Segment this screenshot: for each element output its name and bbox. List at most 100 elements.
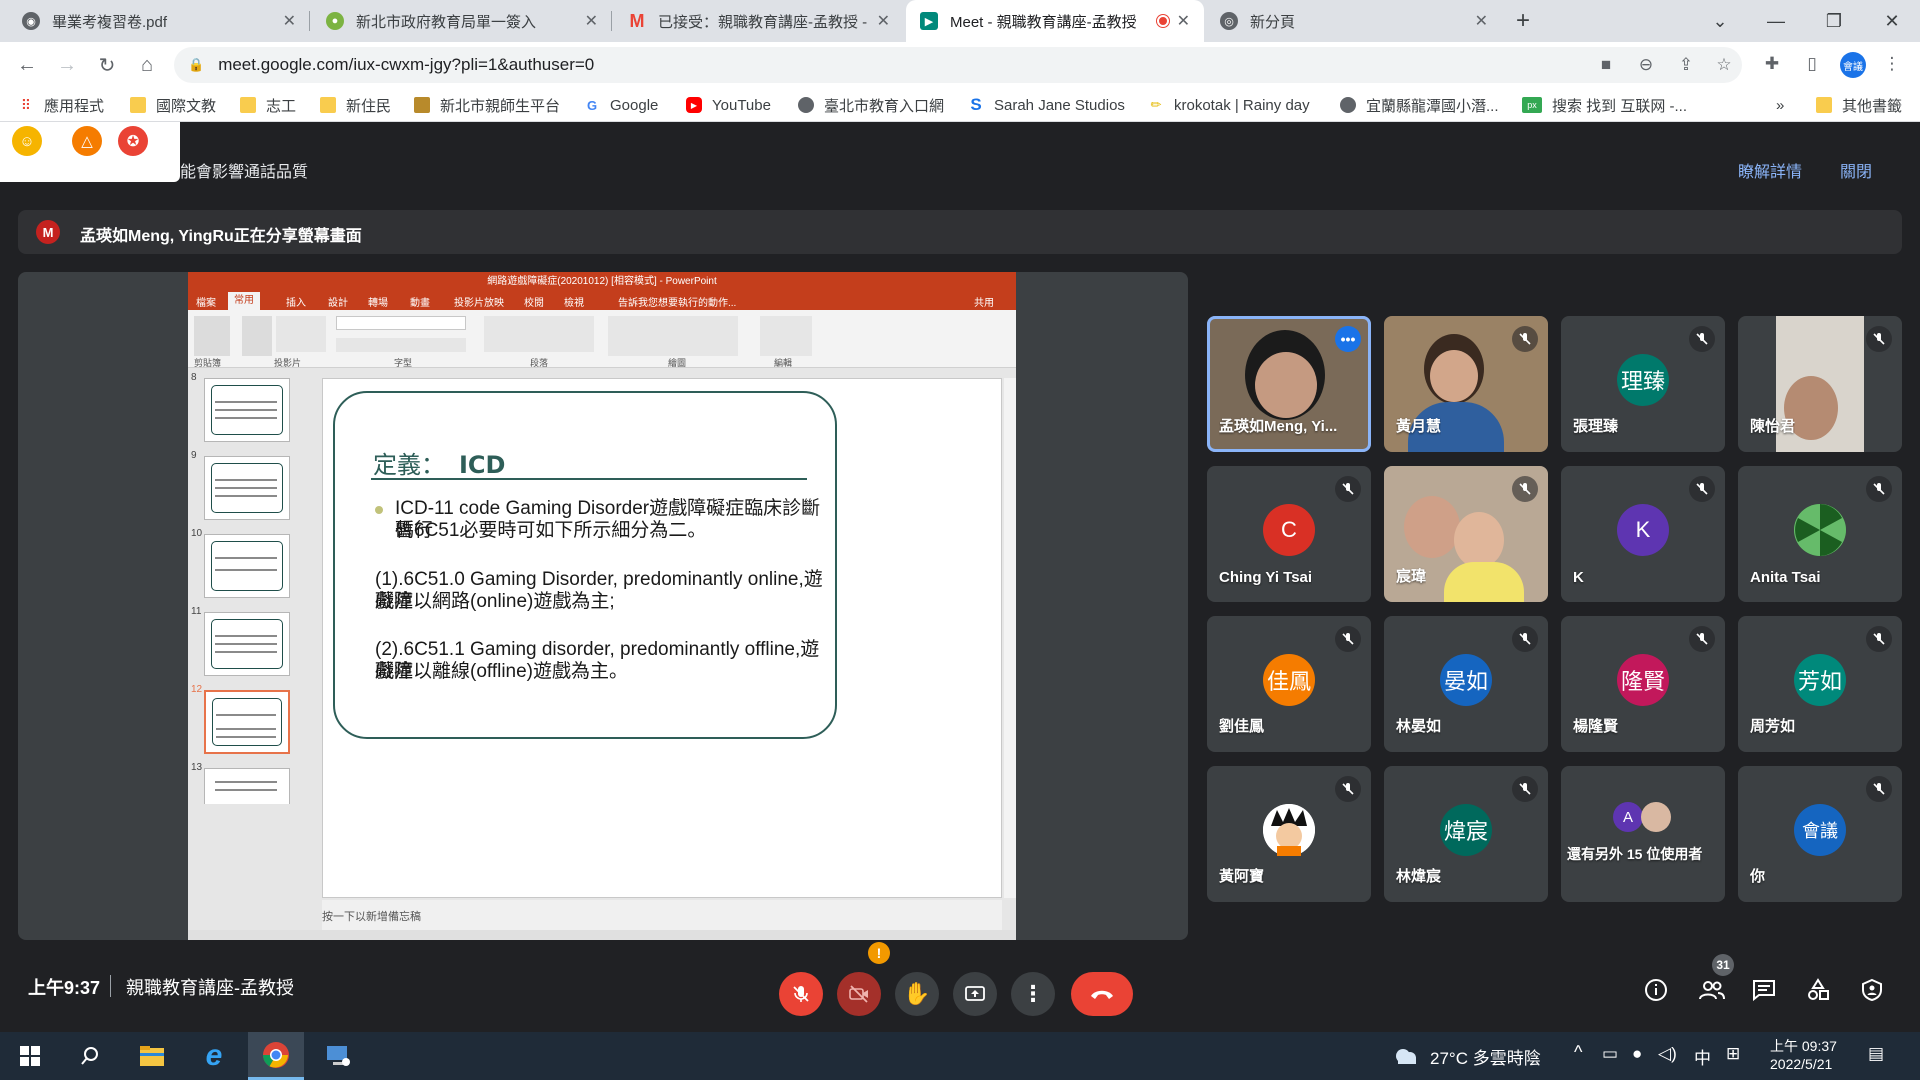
bookmark-other[interactable]: 其他書籤 <box>1816 95 1902 115</box>
maximize-button[interactable]: ❐ <box>1806 0 1862 42</box>
volume-icon[interactable]: ◁) <box>1658 1044 1677 1064</box>
new-tab-button[interactable]: + <box>1504 0 1542 42</box>
learn-more-link[interactable]: 瞭解詳情 <box>1738 158 1802 182</box>
bookmark-link[interactable]: 臺北市教育入口網 <box>798 95 944 115</box>
zoom-icon[interactable]: ⊖ <box>1634 53 1658 77</box>
weather-text[interactable]: 27°C 多雲時陰 <box>1430 1044 1541 1069</box>
bookmark-link[interactable]: ✏ krokotak | Rainy day <box>1148 95 1310 115</box>
participant-tile[interactable]: 煒宸 林煒宸 <box>1384 766 1548 902</box>
reload-button[interactable]: ↻ <box>92 50 122 80</box>
emoji-icon[interactable]: ☺ <box>12 126 42 156</box>
participant-tile[interactable]: 晏如 林晏如 <box>1384 616 1548 752</box>
self-tile[interactable]: 會議 你 <box>1738 766 1902 902</box>
input-method-icon[interactable]: ⊞ <box>1726 1044 1740 1064</box>
participant-tile[interactable]: ••• 孟瑛如Meng, Yi... <box>1207 316 1371 452</box>
thumb-number: 10 <box>191 528 203 539</box>
activities-button[interactable] <box>1802 974 1834 1006</box>
close-icon[interactable]: ✕ <box>877 11 890 31</box>
slide-bullet-line: 碼6C51必要時可如下所示細分為二。 <box>395 520 707 541</box>
bookmark-folder[interactable]: 志工 <box>240 95 296 115</box>
network-icon[interactable]: ▭ <box>1602 1044 1618 1064</box>
extensions-icon[interactable]: ✚ <box>1760 52 1784 76</box>
notification-icon[interactable]: ▤ <box>1868 1044 1884 1064</box>
bookmark-link[interactable]: ▶ YouTube <box>686 95 771 115</box>
tab-search-icon[interactable]: ⌄ <box>1692 0 1748 42</box>
participant-tile[interactable]: Anita Tsai <box>1738 466 1902 602</box>
close-icon[interactable]: ✕ <box>283 11 296 31</box>
chevron-up-icon[interactable]: ^ <box>1574 1042 1582 1063</box>
present-button[interactable] <box>953 972 997 1016</box>
home-button[interactable]: ⌂ <box>132 50 162 80</box>
bookmark-link[interactable]: G Google <box>584 95 658 115</box>
raise-hand-button[interactable]: ✋ <box>895 972 939 1016</box>
participant-tile[interactable]: C Ching Yi Tsai <box>1207 466 1371 602</box>
dismiss-link[interactable]: 關閉 <box>1840 158 1872 182</box>
participant-tile[interactable]: 芳如 周芳如 <box>1738 616 1902 752</box>
bookmark-label: 國際文教 <box>156 97 217 115</box>
more-options-button[interactable]: ⋮ <box>1011 972 1055 1016</box>
leave-call-button[interactable] <box>1071 972 1133 1016</box>
start-button[interactable] <box>2 1032 58 1080</box>
ie-button[interactable]: e <box>186 1032 242 1080</box>
bookmark-star-icon[interactable]: ☆ <box>1712 53 1736 77</box>
star-icon[interactable]: ✪ <box>118 126 148 156</box>
tab-pdf[interactable]: ◉ 畢業考複習卷.pdf ✕ <box>8 0 310 42</box>
slide-thumbnail-selected <box>204 690 290 754</box>
bookmark-folder[interactable]: 國際文教 <box>130 95 216 115</box>
camera-toggle-button[interactable] <box>837 972 881 1016</box>
file-explorer-button[interactable] <box>124 1032 180 1080</box>
participant-tile[interactable]: 黃阿寶 <box>1207 766 1371 902</box>
mic-toggle-button[interactable] <box>779 972 823 1016</box>
others-tile[interactable]: A 還有另外 15 位使用者 <box>1561 766 1725 902</box>
close-window-button[interactable]: ✕ <box>1864 0 1920 42</box>
clock-time[interactable]: 上午 09:37 <box>1770 1036 1837 1056</box>
more-options-icon[interactable]: ••• <box>1335 326 1361 352</box>
chat-button[interactable] <box>1748 974 1780 1006</box>
bookmark-link[interactable]: 宜蘭縣龍潭國小潛... <box>1340 95 1499 115</box>
warning-text: 能會影響通話品質 <box>180 164 309 181</box>
side-panel-icon[interactable]: ▯ <box>1800 52 1824 76</box>
participant-tile[interactable]: 隆賢 楊隆賢 <box>1561 616 1725 752</box>
profile-avatar[interactable]: 會議 <box>1840 52 1866 78</box>
close-icon[interactable]: ✕ <box>1475 11 1488 31</box>
alert-badge[interactable]: ! <box>868 942 890 964</box>
clock-date[interactable]: 2022/5/21 <box>1770 1056 1832 1072</box>
address-bar[interactable]: 🔒 meet.google.com/iux-cwxm-jgy?pli=1&aut… <box>174 47 1742 83</box>
tab-gmail[interactable]: M 已接受：親職教育講座-孟教授 - ✕ <box>614 0 904 42</box>
tab-new[interactable]: ◎ 新分頁 ✕ <box>1206 0 1502 42</box>
meeting-details-button[interactable] <box>1640 974 1672 1006</box>
participant-tile[interactable]: 理臻 張理臻 <box>1561 316 1725 452</box>
participant-tile[interactable]: 黃月慧 <box>1384 316 1548 452</box>
bookmark-link[interactable]: S Sarah Jane Studios <box>968 95 1125 115</box>
back-button[interactable]: ← <box>12 50 42 80</box>
bookmark-apps[interactable]: ⠿ 應用程式 <box>18 95 104 115</box>
mic-tray-icon[interactable]: ● <box>1632 1044 1642 1064</box>
camera-icon[interactable]: ■ <box>1594 53 1618 77</box>
presenter-text: 孟瑛如Meng, YingRu正在分享螢幕畫面 <box>80 228 362 245</box>
close-icon[interactable]: ✕ <box>585 11 598 31</box>
slide-title-emphasis: ICD <box>459 451 506 479</box>
host-controls-button[interactable] <box>1856 974 1888 1006</box>
menu-icon[interactable]: ⋮ <box>1880 52 1904 76</box>
search-button[interactable] <box>62 1032 118 1080</box>
people-icon <box>1699 981 1725 1000</box>
participant-tile[interactable]: K K <box>1561 466 1725 602</box>
bookmark-link[interactable]: 新北市親師生平台 <box>414 95 560 115</box>
forward-button[interactable]: → <box>52 50 82 80</box>
minimize-button[interactable]: — <box>1748 0 1804 42</box>
bookmarks-overflow-icon[interactable]: » <box>1776 95 1784 115</box>
app-taskbar-button[interactable] <box>310 1032 366 1080</box>
ime-indicator[interactable]: 中 <box>1694 1044 1711 1069</box>
close-icon[interactable]: ✕ <box>1177 11 1190 31</box>
tab-meet[interactable]: ▶ Meet - 親職教育講座-孟教授 ✕ <box>906 0 1204 42</box>
triangle-icon[interactable]: △ <box>72 126 102 156</box>
bookmark-link[interactable]: px 搜索 找到 互联网 -... <box>1522 95 1687 115</box>
people-button[interactable] <box>1696 974 1728 1006</box>
participant-tile[interactable]: 宸瑋 <box>1384 466 1548 602</box>
chrome-taskbar-button[interactable] <box>248 1032 304 1080</box>
share-icon[interactable]: ⇪ <box>1674 53 1698 77</box>
bookmark-folder[interactable]: 新住民 <box>320 95 391 115</box>
tab-edu-signin[interactable]: ● 新北市政府教育局單一簽入 ✕ <box>312 0 612 42</box>
participant-tile[interactable]: 陳怡君 <box>1738 316 1902 452</box>
participant-tile[interactable]: 佳鳳 劉佳鳳 <box>1207 616 1371 752</box>
